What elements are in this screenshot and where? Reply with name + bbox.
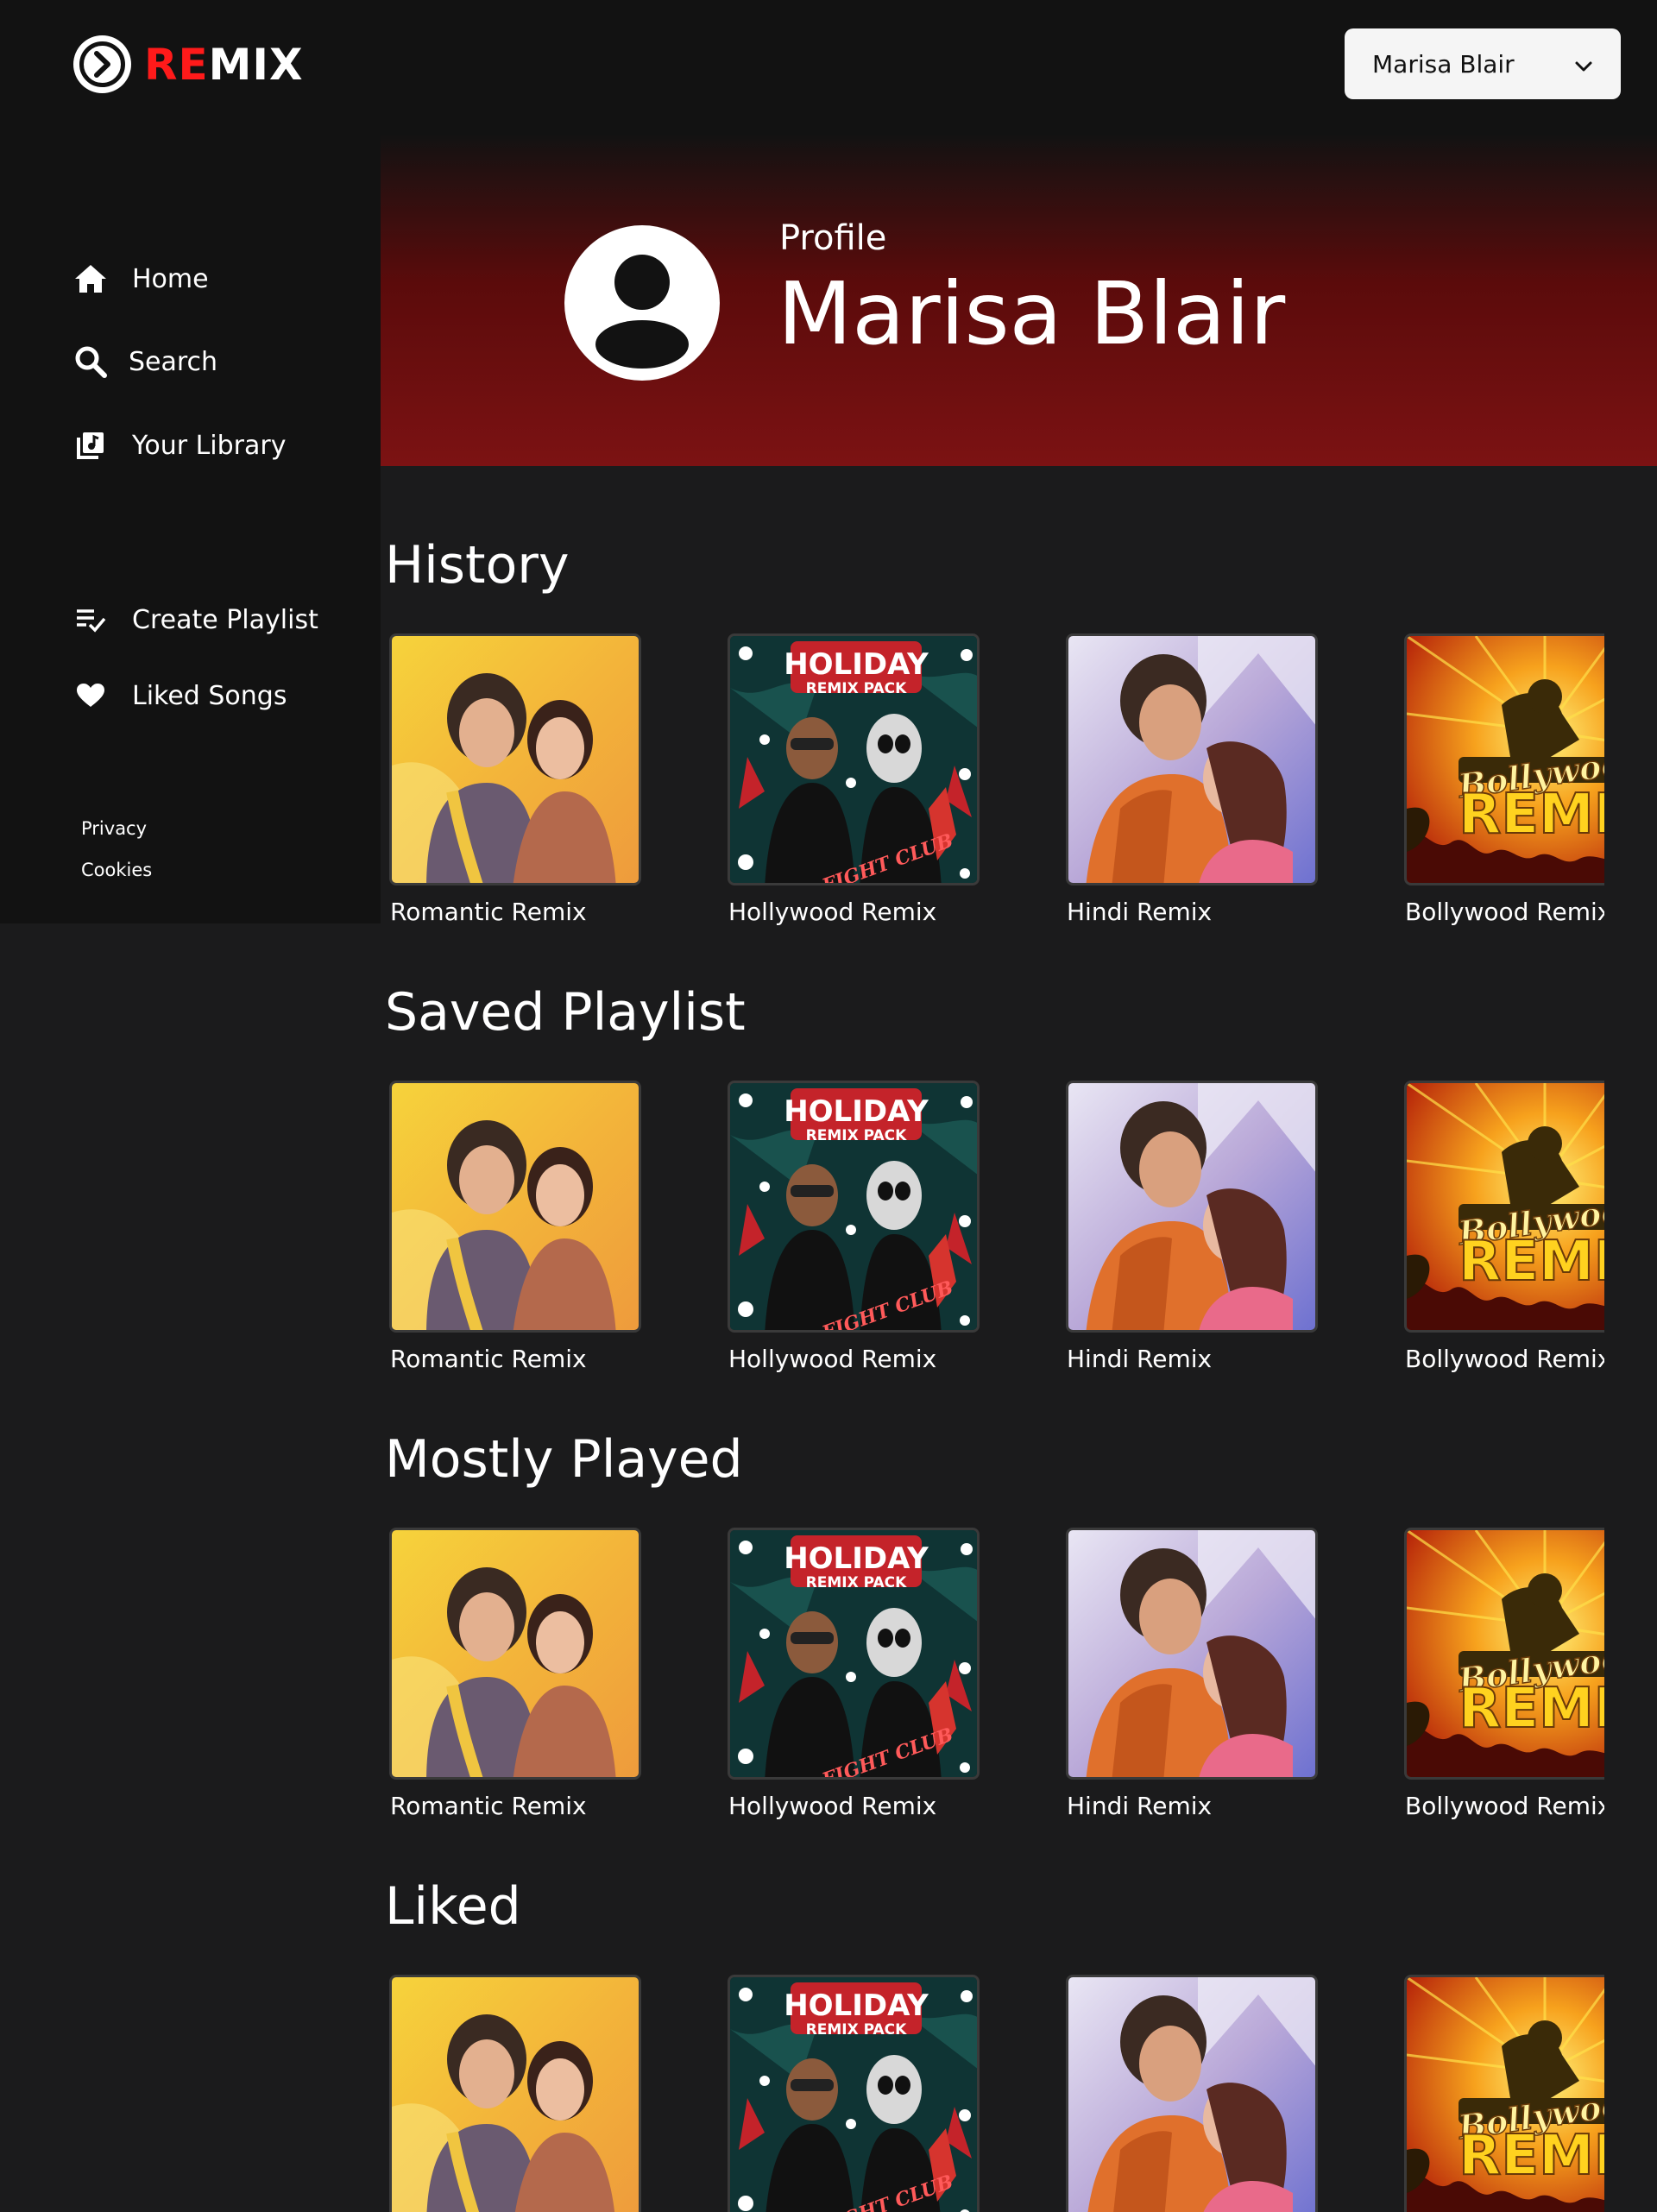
playlist-cover-image[interactable]: HOLIDAY REMIX PACK FIGHT CLUB	[728, 1975, 980, 2212]
search-icon	[73, 344, 108, 379]
playlist-title[interactable]: Hindi Remix	[1067, 1792, 1325, 1820]
playlist-card[interactable]: HOLIDAY REMIX PACK FIGHT CLUB Hollywood …	[728, 1081, 986, 1373]
chevron-down-icon	[1574, 50, 1593, 79]
playlist-cover-image[interactable]: HOLIDAY REMIX PACK FIGHT CLUB	[728, 1528, 980, 1780]
card-row: Romantic Remix HOLIDAY REMIX PACK FIGHT …	[385, 1975, 1604, 2212]
user-avatar-icon	[595, 255, 689, 369]
create-playlist-button[interactable]: Create Playlist	[73, 602, 318, 637]
svg-text:REMIX: REMIX	[1459, 1677, 1604, 1741]
playlist-title[interactable]: Bollywood Remix	[1405, 898, 1604, 926]
sidebar: Home Search Your Library Create Playlist…	[0, 134, 381, 923]
playlist-title[interactable]: Hollywood Remix	[728, 898, 986, 926]
svg-text:REMIX PACK: REMIX PACK	[806, 1574, 908, 1591]
sidebar-item-your-library[interactable]: Your Library	[73, 428, 286, 463]
playlist-cover-image[interactable]	[1066, 1975, 1318, 2212]
playlist-title[interactable]: Romantic Remix	[390, 1792, 648, 1820]
playlist-cover-image[interactable]: HOLIDAY REMIX PACK FIGHT CLUB	[728, 633, 980, 885]
playlist-title[interactable]: Bollywood Remix	[1405, 1792, 1604, 1820]
playlist-card[interactable]: Bollywood REMIX Bollywood Remix	[1404, 1081, 1604, 1373]
top-bar: REMIX Marisa Blair	[0, 0, 1657, 134]
playlist-card[interactable]: Bollywood REMIX Bollywood Remix	[1404, 1528, 1604, 1820]
playlist-card[interactable]: HOLIDAY REMIX PACK FIGHT CLUB Hollywood …	[728, 633, 986, 926]
playlist-add-icon	[73, 602, 108, 637]
playlist-cover-image[interactable]: Bollywood REMIX	[1404, 1081, 1604, 1333]
playlist-title[interactable]: Hindi Remix	[1067, 1345, 1325, 1373]
playlist-cover-image[interactable]: Bollywood REMIX	[1404, 633, 1604, 885]
home-icon	[73, 262, 108, 296]
card-row: Romantic Remix HOLIDAY REMIX PACK FIGHT …	[385, 633, 1604, 944]
create-playlist-label: Create Playlist	[132, 604, 318, 635]
svg-text:REMIX: REMIX	[1459, 1230, 1604, 1294]
svg-text:REMIX: REMIX	[1459, 2124, 1604, 2188]
privacy-link[interactable]: Privacy	[81, 818, 147, 839]
logo-wordmark: REMIX	[144, 39, 304, 90]
svg-text:HOLIDAY: HOLIDAY	[784, 1988, 929, 2023]
user-menu-button[interactable]: Marisa Blair	[1345, 28, 1621, 99]
profile-name: Marisa Blair	[778, 263, 1286, 364]
svg-text:REMIX PACK: REMIX PACK	[806, 1127, 908, 1144]
playlist-cover-image[interactable]	[389, 1081, 641, 1333]
sidebar-item-search[interactable]: Search	[73, 344, 217, 379]
playlist-cover-image[interactable]: HOLIDAY REMIX PACK FIGHT CLUB	[728, 1081, 980, 1333]
playlist-card[interactable]: Romantic Remix	[389, 633, 648, 926]
svg-text:REMIX: REMIX	[1459, 783, 1604, 847]
playlist-title[interactable]: Bollywood Remix	[1405, 1345, 1604, 1373]
profile-subtitle: Profile	[779, 218, 887, 258]
playlist-card[interactable]: Hindi Remix	[1066, 1975, 1325, 2212]
section-title: Saved Playlist	[385, 982, 746, 1043]
liked-songs-button[interactable]: Liked Songs	[73, 678, 287, 713]
svg-text:HOLIDAY: HOLIDAY	[784, 1541, 929, 1576]
playlist-cover-image[interactable]: Bollywood REMIX	[1404, 1975, 1604, 2212]
remix-logo[interactable]: REMIX	[73, 35, 304, 93]
playlist-title[interactable]: Romantic Remix	[390, 898, 648, 926]
playlist-cover-image[interactable]: Bollywood REMIX	[1404, 1528, 1604, 1780]
svg-text:REMIX PACK: REMIX PACK	[806, 680, 908, 697]
card-row: Romantic Remix HOLIDAY REMIX PACK FIGHT …	[385, 1081, 1604, 1391]
liked-songs-label: Liked Songs	[132, 680, 287, 711]
heart-icon	[73, 678, 108, 713]
playlist-title[interactable]: Hollywood Remix	[728, 1792, 986, 1820]
playlist-card[interactable]: HOLIDAY REMIX PACK FIGHT CLUB Hollywood …	[728, 1975, 986, 2212]
avatar	[564, 225, 720, 381]
playlist-card[interactable]: Hindi Remix	[1066, 1081, 1325, 1373]
playlist-cover-image[interactable]	[1066, 1528, 1318, 1780]
playlist-card[interactable]: Romantic Remix	[389, 1528, 648, 1820]
playlist-card[interactable]: Hindi Remix	[1066, 1528, 1325, 1820]
playlist-card[interactable]: Bollywood REMIX Bollywood Remix	[1404, 633, 1604, 926]
svg-text:HOLIDAY: HOLIDAY	[784, 1094, 929, 1129]
playlist-card[interactable]: Bollywood REMIX Bollywood Remix	[1404, 1975, 1604, 2212]
playlist-card[interactable]: Romantic Remix	[389, 1081, 648, 1373]
cookies-link[interactable]: Cookies	[81, 860, 152, 880]
sidebar-item-label: Search	[129, 346, 218, 377]
playlist-card[interactable]: Romantic Remix	[389, 1975, 648, 2212]
section-title: Liked	[385, 1876, 521, 1937]
svg-text:HOLIDAY: HOLIDAY	[784, 647, 929, 682]
section-title: Mostly Played	[385, 1429, 743, 1490]
playlist-title[interactable]: Hollywood Remix	[728, 1345, 986, 1373]
playlist-cover-image[interactable]	[389, 1528, 641, 1780]
playlist-card[interactable]: HOLIDAY REMIX PACK FIGHT CLUB Hollywood …	[728, 1528, 986, 1820]
playlist-cover-image[interactable]	[389, 633, 641, 885]
playlist-cover-image[interactable]	[389, 1975, 641, 2212]
sidebar-item-label: Home	[132, 263, 209, 294]
user-name-label: Marisa Blair	[1372, 49, 1515, 79]
svg-text:REMIX PACK: REMIX PACK	[806, 2021, 908, 2039]
section-title: History	[385, 535, 570, 596]
sidebar-item-label: Your Library	[132, 430, 287, 461]
playlist-title[interactable]: Romantic Remix	[390, 1345, 648, 1373]
playlist-cover-image[interactable]	[1066, 633, 1318, 885]
logo-icon	[73, 35, 131, 93]
card-row: Romantic Remix HOLIDAY REMIX PACK FIGHT …	[385, 1528, 1604, 1838]
library-icon	[73, 428, 108, 463]
playlist-cover-image[interactable]	[1066, 1081, 1318, 1333]
playlist-card[interactable]: Hindi Remix	[1066, 633, 1325, 926]
profile-header: Profile Marisa Blair	[381, 134, 1657, 466]
sidebar-item-home[interactable]: Home	[73, 262, 209, 296]
playlist-title[interactable]: Hindi Remix	[1067, 898, 1325, 926]
